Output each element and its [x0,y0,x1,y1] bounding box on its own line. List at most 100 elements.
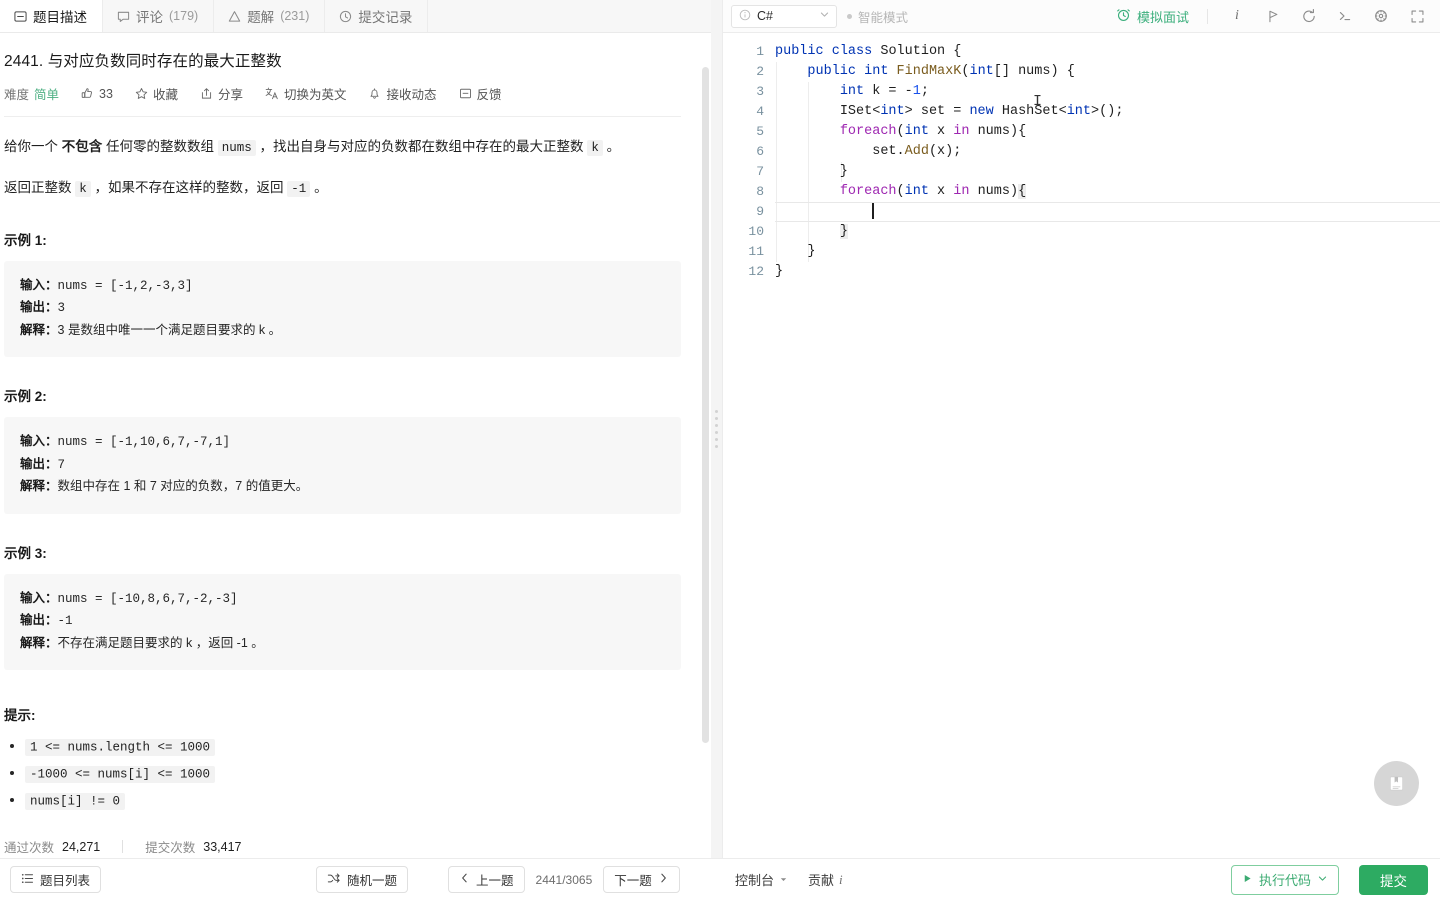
toolbar-divider [1207,8,1208,24]
notebook-fab-button[interactable] [1374,761,1419,806]
flag-icon[interactable] [1260,3,1286,29]
example-explain-value: 数组中存在 1 和 7 对应的负数，7 的值更大。 [57,479,309,494]
contribute-button[interactable]: 贡献 i [808,870,843,889]
favorite-button[interactable]: 收藏 [135,84,178,103]
feedback-button[interactable]: 反馈 [459,84,502,103]
main-split: 题目描述 评论 (179) 题解 (231) 提交记录 2441. 与对应负数同… [0,0,1440,858]
list-item: -1000 <= nums[i] <= 1000 [25,763,681,784]
problem-scrollbar[interactable] [702,67,709,858]
desc-text: 。 [602,139,621,154]
example-input-row: 输入：nums = [-1,2,-3,3] [20,275,665,298]
example-input-value: nums = [-1,2,-3,3] [57,278,193,293]
meta-divider [4,116,681,117]
submissions-stat: 提交次数 33,417 [145,837,241,856]
star-icon [135,87,148,100]
thumbs-up-icon [81,87,94,100]
like-count: 33 [99,86,113,101]
translate-button[interactable]: 切换为英文 [265,84,346,103]
code-line-4[interactable]: ISet<int> set = new HashSet<int>(); [775,102,1440,122]
subscribe-label: 接收动态 [386,88,437,102]
bottom-center-group: 随机一题 上一题 2441/3065 下一题 [316,866,680,893]
terminal-icon[interactable] [1332,3,1358,29]
info-icon[interactable]: i [1224,3,1250,29]
code-line-10[interactable]: } [775,222,1440,242]
favorite-label: 收藏 [152,88,178,102]
tab-count: (231) [280,9,310,23]
tab-submissions[interactable]: 提交记录 [325,0,429,32]
tab-comments[interactable]: 评论 (179) [103,0,215,32]
code-line-12[interactable]: } [775,262,1440,282]
subscribe-button[interactable]: 接收动态 [368,84,437,103]
code-line-11[interactable]: } [775,242,1440,262]
example-block: 输入：nums = [-1,2,-3,3] 输出：3 解释：3 是数组中唯一一个… [4,260,681,358]
comment-icon [117,10,130,23]
desc-text: ，找出自身与对应的负数都在数组中存在的最大正整数 [255,139,588,154]
panel-resize-handle[interactable] [711,0,722,858]
tab-label: 评论 [136,10,163,25]
code-content[interactable]: public class Solution { public int FindM… [775,33,1440,858]
share-button[interactable]: 分享 [200,84,243,103]
solution-icon [228,10,241,23]
example-block: 输入：nums = [-10,8,6,7,-2,-3] 输出：-1 解释：不存在… [4,573,681,671]
shuffle-icon [327,872,341,888]
line-number: 9 [756,204,764,219]
chevron-down-icon [1317,872,1328,887]
submissions-value: 33,417 [203,839,242,854]
chevron-down-icon [819,9,830,23]
hints-list: 1 <= nums.length <= 1000 -1000 <= nums[i… [4,736,681,811]
line-number: 7 [756,164,764,179]
contribute-label: 贡献 [808,873,835,888]
submit-label: 提交 [1380,873,1407,889]
code-line-7[interactable]: } [775,162,1440,182]
language-select[interactable]: C# [731,4,837,28]
run-code-button[interactable]: 执行代码 [1230,864,1339,895]
gear-icon[interactable] [1368,3,1394,29]
code-line-3[interactable]: int k = -1; [775,82,1440,102]
mock-interview-button[interactable]: 模拟面试 [1116,7,1189,26]
code-line-1[interactable]: public class Solution { [775,42,1440,62]
tab-label: 题解 [247,10,275,25]
editor-panel: C# 智能模式 模拟面试 i 1 2 3 4 5 6 7 8 9 10 11 1… [722,0,1440,858]
language-value: C# [757,9,773,23]
example-input-label: 输入： [20,590,58,605]
submit-button[interactable]: 提交 [1359,864,1428,895]
like-button[interactable]: 33 [81,87,113,101]
example-output-label: 输出： [20,456,58,471]
example-output-value: 7 [57,457,66,472]
chevron-right-icon [658,872,669,887]
editor-toolbar: C# 智能模式 模拟面试 i [723,0,1440,33]
difficulty-label: 难度 [4,88,30,102]
hints-heading: 提示: [4,708,36,724]
problem-list-button[interactable]: 题目列表 [10,866,102,893]
problem-panel: 题目描述 评论 (179) 题解 (231) 提交记录 2441. 与对应负数同… [0,0,711,858]
tab-solutions[interactable]: 题解 (231) [214,0,326,32]
code-line-6[interactable]: set.Add(x); [775,142,1440,162]
bell-icon [368,87,381,100]
stats-row: 通过次数 24,271 提交次数 33,417 [4,837,681,856]
tab-description[interactable]: 题目描述 [0,0,103,32]
submissions-label: 提交次数 [145,841,196,856]
example-input-value: nums = [-10,8,6,7,-2,-3] [57,591,238,606]
next-problem-button[interactable]: 下一题 [603,866,680,893]
code-line-9[interactable] [775,202,1440,222]
play-icon [1242,872,1253,887]
reset-icon[interactable] [1296,3,1322,29]
random-problem-button[interactable]: 随机一题 [316,866,409,893]
code-line-5[interactable]: foreach(int x in nums){ [775,122,1440,142]
prev-problem-button[interactable]: 上一题 [448,866,525,893]
example-explain-value: 3 是数组中唯一一个满足题目要求的 k 。 [57,322,282,337]
bottom-toolbar: 题目列表 随机一题 上一题 2441/3065 下一题 控制台 贡献 i 执行代… [0,858,1440,900]
console-label: 控制台 [735,873,775,888]
console-button[interactable]: 控制台 [735,870,788,889]
mouse-pointer-icon: I [1033,93,1043,110]
code-line-2[interactable]: public int FindMaxK(int[] nums) { [775,62,1440,82]
example-explain-row: 解释：不存在满足题目要求的 k ，返回 -1 。 [20,633,665,656]
fullscreen-icon[interactable] [1404,3,1430,29]
problem-scrollbar-thumb[interactable] [702,67,709,743]
problem-navigation: 上一题 2441/3065 下一题 [448,866,680,893]
code-editor[interactable]: 1 2 3 4 5 6 7 8 9 10 11 12 public class … [723,33,1440,858]
example-output-row: 输出：-1 [20,610,665,633]
info-icon: i [839,871,843,887]
smart-mode-toggle[interactable]: 智能模式 [847,7,908,26]
code-line-8[interactable]: foreach(int x in nums){ [775,182,1440,202]
